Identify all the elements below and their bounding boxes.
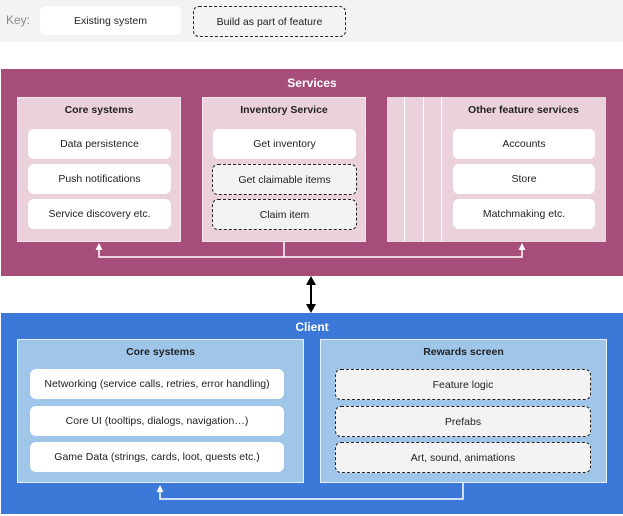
client-dependency-connector xyxy=(159,483,464,500)
arrowhead-up xyxy=(306,276,316,285)
client-services-arrow xyxy=(306,276,316,313)
services-dependency-connector xyxy=(98,242,523,258)
arrowhead-down xyxy=(306,304,316,313)
arrowhead-other-services xyxy=(518,243,526,250)
arrowhead-client-core xyxy=(156,485,164,492)
arrowhead-core-systems xyxy=(95,243,103,250)
connectors xyxy=(95,242,526,500)
